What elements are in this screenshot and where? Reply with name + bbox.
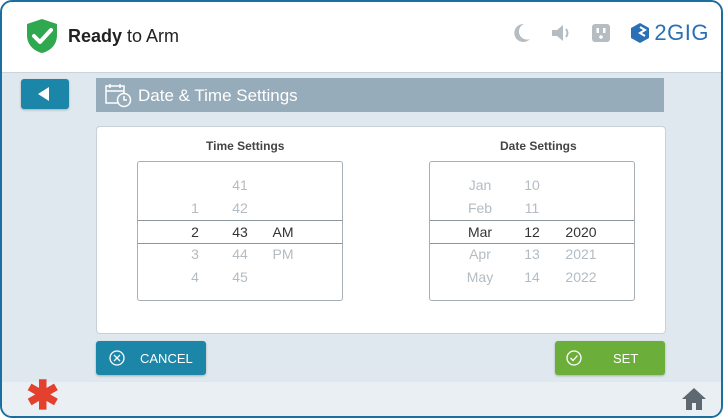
hour-value: 2: [191, 224, 199, 240]
speaker-icon[interactable]: [550, 22, 572, 44]
time-settings-title: Time Settings: [206, 139, 285, 153]
status-bold: Ready: [68, 26, 123, 46]
page-title-bar: Date & Time Settings: [96, 78, 664, 112]
date-row[interactable]: Feb 11: [430, 197, 634, 219]
day-value: 12: [524, 224, 540, 240]
time-row[interactable]: 4 45: [138, 266, 342, 288]
date-row[interactable]: May 14 2022: [430, 266, 634, 288]
month-value: Feb: [467, 200, 493, 216]
day-value: 14: [524, 269, 540, 285]
month-value: Jan: [468, 177, 492, 193]
minute-value: 41: [232, 177, 248, 193]
panel-screen: Ready to Arm 2GIG Date & Time Settings T…: [0, 0, 723, 418]
moon-icon[interactable]: [510, 22, 532, 44]
brand-text: 2GIG: [654, 20, 709, 45]
set-label: SET: [613, 351, 639, 366]
time-row[interactable]: 3 44 PM: [138, 243, 342, 265]
outlet-icon[interactable]: [590, 22, 612, 44]
page-title: Date & Time Settings: [138, 86, 298, 105]
hour-value: 4: [191, 269, 199, 285]
minute-value: 43: [232, 224, 248, 240]
hour-value: 1: [191, 200, 199, 216]
set-button[interactable]: SET: [555, 341, 665, 375]
time-row[interactable]: 41: [138, 174, 342, 196]
ampm-value: PM: [272, 246, 294, 262]
hour-value: 3: [191, 246, 199, 262]
day-value: 13: [524, 246, 540, 262]
date-settings-title: Date Settings: [500, 139, 577, 153]
year-value: 2020: [565, 224, 597, 240]
cancel-circle-x-icon: [109, 350, 125, 366]
time-row-selected[interactable]: 2 43 AM: [138, 220, 342, 244]
emergency-asterisk-icon[interactable]: ✱: [26, 376, 60, 416]
check-circle-icon: [566, 350, 582, 366]
day-value: 11: [524, 200, 540, 216]
ampm-value: AM: [272, 224, 294, 240]
brand-logo: 2GIG: [630, 20, 709, 46]
year-value: 2021: [565, 246, 597, 262]
back-arrow-icon: [38, 87, 49, 101]
calendar-clock-icon: [105, 84, 132, 108]
shield-check-icon: [27, 19, 57, 53]
status-rest: to Arm: [122, 26, 180, 46]
back-button[interactable]: [21, 79, 69, 109]
cancel-label: CANCEL: [140, 351, 193, 366]
day-value: 10: [524, 177, 540, 193]
top-bar: Ready to Arm 2GIG: [2, 2, 721, 73]
cancel-button[interactable]: CANCEL: [96, 341, 206, 375]
date-row[interactable]: Apr 13 2021: [430, 243, 634, 265]
date-row[interactable]: Jan 10: [430, 174, 634, 196]
year-value: 2022: [565, 269, 597, 285]
minute-value: 42: [232, 200, 248, 216]
settings-panel: Time Settings Date Settings 41 1 42 2 43…: [96, 126, 666, 334]
minute-value: 45: [232, 269, 248, 285]
home-icon[interactable]: [681, 387, 707, 411]
time-row[interactable]: 1 42: [138, 197, 342, 219]
month-value: May: [466, 269, 494, 285]
date-picker[interactable]: Jan 10 Feb 11 Mar 12 2020 Apr 13 2021 Ma…: [429, 161, 635, 301]
date-row-selected[interactable]: Mar 12 2020: [430, 220, 634, 244]
month-value: Mar: [467, 224, 493, 240]
bottom-bar: ✱: [2, 376, 721, 416]
top-icons: 2GIG: [510, 20, 709, 46]
brand-mark-icon: [631, 23, 650, 43]
minute-value: 44: [232, 246, 248, 262]
time-picker[interactable]: 41 1 42 2 43 AM 3 44 PM 4 45: [137, 161, 343, 301]
month-value: Apr: [469, 246, 491, 262]
system-status: Ready to Arm: [68, 26, 179, 47]
